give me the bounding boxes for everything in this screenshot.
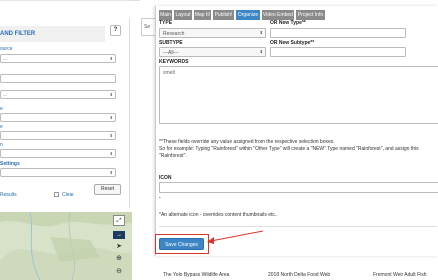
annotation-arrow-icon — [207, 230, 264, 244]
subtype-select[interactable]: ---All--- ⬍ — [159, 47, 266, 57]
filter-label-5: n — [0, 142, 3, 148]
keywords-label: KEYWORDS — [159, 59, 189, 65]
settings-select[interactable]: ⬍ — [0, 168, 116, 177]
example-note: So for example: Typing "Rainforest" with… — [159, 146, 419, 152]
icon-note: *An alternate icon - overrides content t… — [159, 212, 278, 218]
new-type-label: OR New Type** — [270, 20, 306, 26]
clear-label: Clear — [62, 192, 74, 198]
tab-main[interactable]: Main — [159, 10, 173, 20]
pointer-icon[interactable]: ➤ — [113, 241, 125, 252]
override-note: **These fields override any value assign… — [159, 139, 335, 145]
filter-select-5[interactable]: ⬍ — [0, 149, 116, 158]
card-title-1[interactable]: The Yolo Bypass Wildlife Area — [163, 272, 229, 278]
expand-icon[interactable]: ⤢ — [113, 215, 125, 226]
search-filter-panel: AND FILTER ? ource ... ⬍ ... ⬍ e ⬍ e ⬍ n ⬍… — [0, 18, 130, 208]
card-title-2[interactable]: 2018 North Delta Food Web — [268, 272, 330, 278]
updown-icon: ⬍ — [109, 92, 113, 97]
results-label: Results — [0, 192, 17, 198]
filter-label-4: e — [0, 124, 3, 130]
edit-content-modal: Main Layout Map It! Publish! Organize Vi… — [155, 6, 438, 256]
arrow-right-icon[interactable]: → — [113, 231, 125, 239]
source-label: ource — [0, 46, 13, 52]
tab-video-embed[interactable]: Video Embed — [262, 10, 295, 20]
tab-layout[interactable]: Layout — [174, 10, 193, 20]
updown-icon: ⬍ — [109, 115, 113, 120]
reset-button[interactable]: Reset — [94, 184, 121, 195]
tab-publish[interactable]: Publish! — [213, 10, 235, 20]
filter-input[interactable] — [0, 74, 116, 83]
help-button[interactable]: ? — [110, 25, 121, 36]
updown-icon: ⬍ — [259, 30, 263, 35]
filter-select-4[interactable]: ⬍ — [0, 131, 116, 140]
divider — [159, 226, 437, 227]
save-changes-button[interactable]: Save Changes — [159, 238, 204, 250]
source-select[interactable]: ... ⬍ — [0, 54, 116, 63]
example-note-cont: "Rainforest". — [159, 153, 187, 159]
map-toolbar: ⤢ → ➤ ⊕ ⊖ — [113, 215, 127, 280]
settings-label: Settings — [0, 161, 20, 167]
updown-icon: ⬍ — [109, 151, 113, 156]
filter-select-3[interactable]: ⬍ — [0, 113, 116, 122]
subtype-label: SUBTYPE — [159, 40, 183, 46]
keywords-value: smelt — [163, 70, 175, 76]
clear-checkbox[interactable] — [54, 192, 59, 197]
updown-icon: ⬍ — [109, 56, 113, 61]
icon-dash: - — [159, 195, 161, 201]
updown-icon: ⬍ — [109, 133, 113, 138]
icon-input[interactable] — [159, 182, 438, 193]
panel-title: AND FILTER — [0, 26, 105, 42]
top-strip — [0, 0, 130, 18]
page-divider — [130, 0, 140, 18]
new-subtype-label: OR New Subtype** — [270, 40, 315, 46]
filter-label-3: e — [0, 106, 3, 112]
filter-select-2[interactable]: ... ⬍ — [0, 90, 116, 99]
keywords-textarea[interactable]: smelt — [159, 66, 438, 124]
icon-label: ICON — [159, 175, 172, 181]
zoom-in-icon[interactable]: ⊕ — [113, 253, 125, 264]
card-title-3[interactable]: Fremont Weir Adult Fish — [373, 272, 427, 278]
tab-map-it[interactable]: Map It! — [194, 10, 212, 20]
updown-icon: ⬍ — [259, 49, 263, 54]
tab-organize[interactable]: Organize — [236, 10, 261, 20]
new-subtype-input[interactable] — [270, 47, 406, 57]
modal-tabbar: Main Layout Map It! Publish! Organize Vi… — [156, 10, 438, 20]
tab-project-info[interactable]: Project Info — [296, 10, 326, 20]
type-label: TYPE — [159, 20, 173, 26]
type-select[interactable]: Research ⬍ — [159, 28, 266, 38]
updown-icon: ⬍ — [109, 170, 113, 175]
zoom-out-icon[interactable]: ⊖ — [113, 266, 125, 277]
new-type-input[interactable] — [270, 28, 406, 38]
